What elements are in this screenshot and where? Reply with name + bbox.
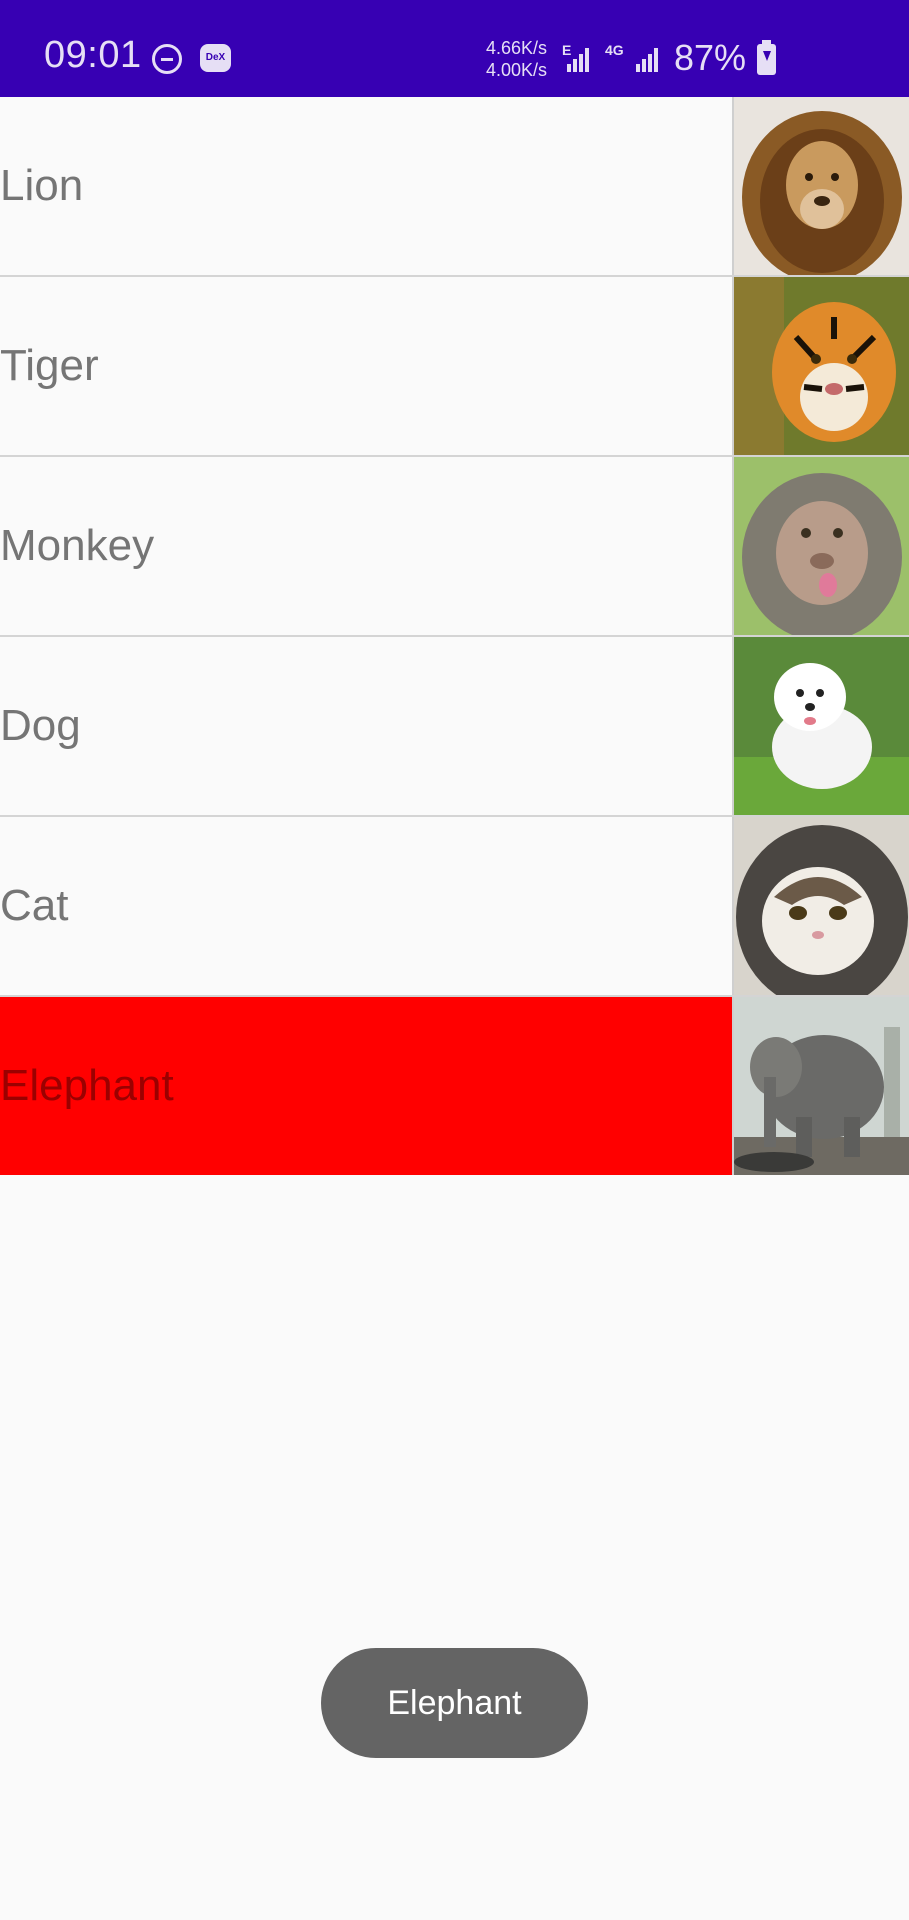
toast-message: Elephant	[321, 1648, 588, 1758]
battery-charging-icon	[757, 40, 776, 75]
monkey-photo	[732, 457, 909, 635]
signal-icon	[567, 46, 595, 72]
dex-icon: DeX	[200, 44, 231, 72]
animal-list: Lion Tiger Monkey Dog Cat Elephant	[0, 97, 909, 1175]
network-speed: 4.66K/s 4.00K/s	[486, 37, 547, 81]
list-item-label: Monkey	[0, 521, 155, 570]
status-time: 09:01	[44, 34, 142, 76]
list-item-elephant[interactable]: Elephant	[0, 997, 909, 1175]
list-item-tiger[interactable]: Tiger	[0, 277, 909, 457]
list-item-label: Tiger	[0, 341, 99, 390]
list-item-dog[interactable]: Dog	[0, 637, 909, 817]
battery-percentage: 87%	[674, 37, 747, 78]
signal-icon	[636, 46, 664, 72]
status-bar: 09:01 DeX 4.66K/s 4.00K/s E 4G 87%	[0, 0, 909, 97]
list-item-label: Lion	[0, 161, 84, 210]
tiger-photo	[732, 277, 909, 455]
list-item-label: Elephant	[0, 1061, 174, 1110]
app-screen: 09:01 DeX 4.66K/s 4.00K/s E 4G 87% Lion	[0, 0, 909, 1920]
list-item-lion[interactable]: Lion	[0, 97, 909, 277]
lion-photo	[732, 97, 909, 275]
elephant-photo	[732, 997, 909, 1175]
do-not-disturb-icon	[152, 44, 182, 74]
network-speed-up: 4.66K/s	[486, 38, 548, 58]
list-item-label: Cat	[0, 881, 69, 930]
dog-photo	[732, 637, 909, 815]
network-speed-down: 4.00K/s	[486, 60, 548, 80]
list-item-label: Dog	[0, 701, 81, 750]
list-item-cat[interactable]: Cat	[0, 817, 909, 997]
list-item-monkey[interactable]: Monkey	[0, 457, 909, 637]
network-type-label: 4G	[605, 42, 624, 58]
cat-photo	[732, 817, 909, 995]
